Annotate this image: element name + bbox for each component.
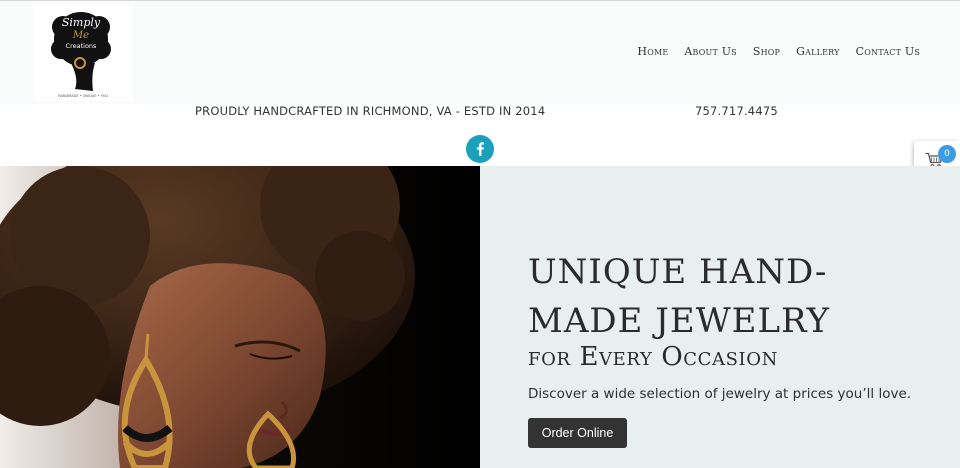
logo-tagline: HANDMADE • UNIQUE • YOU (58, 94, 109, 98)
facebook-button[interactable] (466, 135, 494, 163)
nav-contact-link[interactable]: Contact Us (856, 45, 920, 58)
nav-shop-link[interactable]: Shop (753, 45, 780, 58)
nav-home-link[interactable]: Home (637, 45, 668, 58)
hero-subtext: Discover a wide selection of jewelry at … (528, 386, 912, 402)
handcrafted-tagline: PROUDLY HANDCRAFTED IN RICHMOND, VA - ES… (195, 104, 546, 118)
logo-script-text: Simply (62, 16, 101, 29)
logo-script-text-accent: Me (72, 30, 89, 41)
hero-heading-line2: MADE JEWELRY (528, 301, 831, 341)
hero-heading-line3: for Every Occasion (528, 342, 778, 372)
hero-heading-line1: UNIQUE HAND- (528, 252, 828, 292)
logo-silhouette-icon: Simply Me Creations HANDMADE • UNIQUE • … (51, 12, 111, 98)
order-online-button[interactable]: Order Online (528, 418, 627, 448)
site-header: Simply Me Creations HANDMADE • UNIQUE • … (0, 0, 960, 104)
nav-gallery-link[interactable]: Gallery (796, 45, 840, 58)
hero-text-panel: UNIQUE HAND- MADE JEWELRY for Every Occa… (480, 166, 960, 468)
brand-logo[interactable]: Simply Me Creations HANDMADE • UNIQUE • … (33, 5, 133, 101)
cart-count-badge: 0 (938, 145, 956, 163)
main-nav: Home About Us Shop Gallery Contact Us (637, 45, 920, 58)
phone-number[interactable]: 757.717.4475 (695, 104, 778, 118)
facebook-icon (476, 142, 484, 156)
hero-model-image (0, 166, 480, 468)
logo-script-text-sub: Creations (66, 42, 98, 50)
nav-about-link[interactable]: About Us (684, 45, 736, 58)
